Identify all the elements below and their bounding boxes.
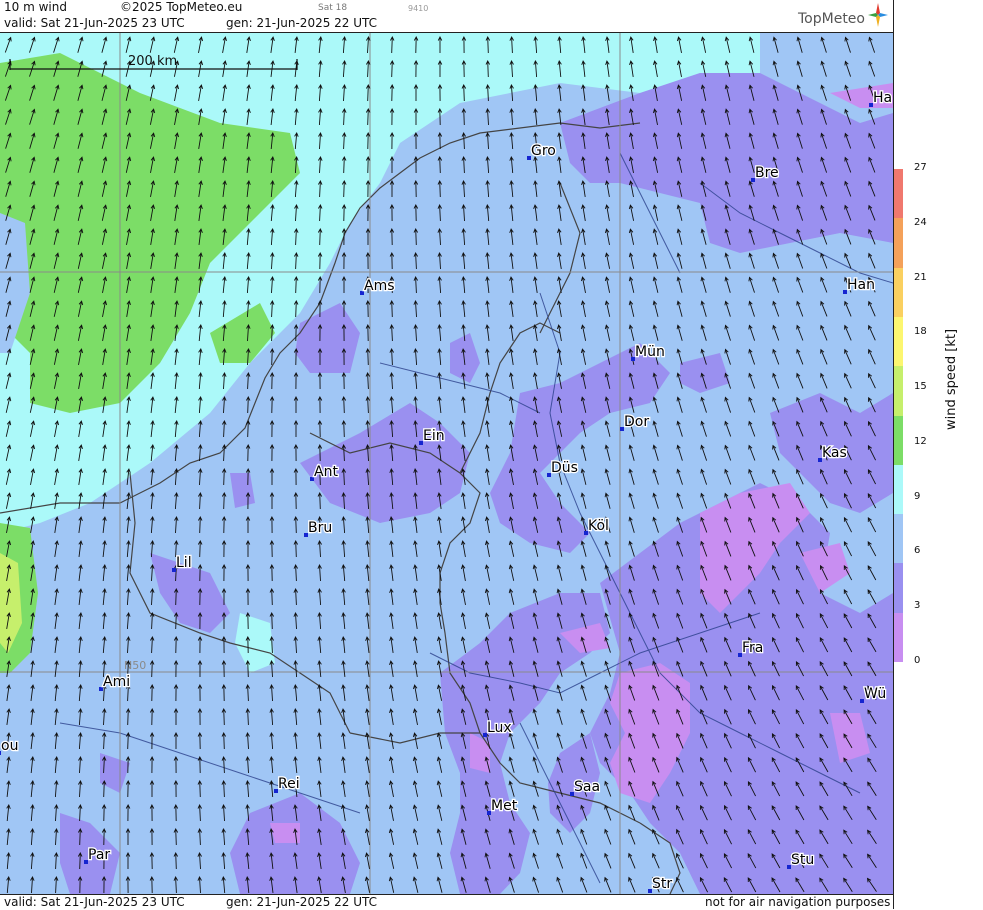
footer: valid: Sat 21-Jun-2025 23 UTC gen: 21-Ju… [0, 894, 893, 910]
city-label: Stu [791, 852, 814, 868]
valid-time: valid: Sat 21-Jun-2025 23 UTC [4, 16, 185, 30]
copyright: ©2025 TopMeteo.eu [120, 0, 243, 14]
header-line-1: 10 m wind ©2025 TopMeteo.eu Sat 18 9410 [0, 0, 893, 16]
city-label: Fra [742, 640, 763, 656]
city-label: Mün [635, 344, 665, 360]
city-marker: Wü [860, 685, 887, 703]
city-label: Str [652, 876, 672, 892]
latitude-label: N50 [124, 659, 146, 672]
footer-valid-time: valid: Sat 21-Jun-2025 23 UTC [4, 895, 185, 909]
city-marker: Rei [274, 775, 301, 793]
city-marker: Bre [751, 164, 780, 182]
legend-colorbar [894, 169, 903, 663]
city-marker: Stu [787, 851, 816, 869]
legend-tick-label: 21 [914, 271, 927, 283]
legend-swatch [894, 218, 903, 269]
legend-tick-label: 27 [914, 162, 927, 173]
compass-star-icon [868, 3, 888, 27]
legend-swatch [894, 267, 903, 318]
city-label: Ams [364, 278, 395, 294]
city-label: Ami [103, 674, 130, 690]
city-marker: Ams [360, 277, 396, 295]
city-marker: Han [843, 276, 876, 294]
city-marker: Saa [570, 778, 601, 796]
city-label: Düs [551, 460, 578, 476]
footer-generated-time: gen: 21-Jun-2025 22 UTC [226, 895, 378, 909]
city-label: Met [491, 798, 518, 814]
city-marker: Fra [738, 639, 765, 657]
legend-title: wind speed [kt] [944, 328, 959, 430]
legend-swatch [894, 169, 903, 219]
city-label: Lil [176, 555, 192, 571]
city-marker: Dor [620, 413, 651, 431]
city-label: Bre [755, 165, 779, 181]
city-label: Rei [278, 776, 300, 792]
code-tag: 9410 [408, 4, 429, 13]
legend-swatch [894, 464, 903, 515]
legend-swatch [894, 366, 903, 416]
legend-tick-label: 6 [914, 545, 921, 557]
legend-swatch [894, 415, 903, 466]
city-marker: Met [487, 797, 519, 815]
city-marker: Ha [869, 89, 893, 107]
city-label: Saa [574, 779, 600, 795]
legend-tick-label: 18 [914, 326, 927, 338]
product-title: 10 m wind [4, 0, 67, 14]
city-label: Han [847, 277, 875, 293]
city-marker: Düs [547, 459, 579, 477]
city-marker: Lux [483, 719, 513, 737]
legend-tick-label: 15 [914, 381, 927, 393]
city-marker: Ami [99, 673, 131, 691]
city-marker: Str [648, 875, 674, 893]
legend-swatch [894, 612, 903, 663]
run-tag: Sat 18 [318, 3, 348, 13]
disclaimer: not for air navigation purposes [705, 895, 891, 909]
city-label: Köl [588, 518, 609, 534]
city-marker: ou [0, 737, 20, 755]
legend: 27 24 21 18 15 12 9 6 3 0 wind speed [kt] [893, 0, 983, 909]
legend-tick-label: 12 [914, 435, 927, 447]
city-label: Gro [531, 143, 556, 159]
city-label: Ant [314, 464, 338, 480]
city-marker: Bru [304, 519, 333, 537]
city-marker: Par [84, 846, 112, 864]
scale-label: 200 km [128, 54, 177, 69]
city-label: Ha [873, 90, 892, 106]
city-label: Bru [308, 520, 332, 536]
legend-tick-label: 0 [914, 655, 921, 666]
city-label: Kas [822, 445, 847, 461]
legend-swatch [894, 316, 903, 367]
city-marker: Köl [584, 517, 610, 535]
wind-map[interactable]: N50 200 km Ha Gro Bre Ams Han Mün Ein Dor Ant Düs… [0, 33, 893, 894]
city-label: ou [1, 738, 18, 754]
city-label: Lux [487, 720, 512, 736]
generated-time: gen: 21-Jun-2025 22 UTC [226, 16, 378, 30]
header-line-2: valid: Sat 21-Jun-2025 23 UTC gen: 21-Ju… [0, 16, 893, 33]
city-marker: Mün [631, 343, 666, 361]
legend-tick-label: 9 [914, 490, 921, 502]
legend-swatch [894, 514, 903, 564]
legend-swatch [894, 563, 903, 614]
city-marker: Ant [310, 463, 340, 481]
city-marker: Kas [818, 444, 848, 462]
topmeteo-logo: TopMeteo [798, 11, 865, 27]
city-label: Dor [624, 414, 649, 430]
city-label: Ein [423, 428, 445, 444]
city-marker: Gro [527, 142, 557, 160]
legend-tick-label: 24 [914, 216, 927, 228]
city-marker: Ein [419, 427, 446, 445]
city-label: Wü [864, 686, 886, 702]
city-label: Par [88, 847, 110, 863]
legend-tick-label: 3 [914, 600, 921, 612]
